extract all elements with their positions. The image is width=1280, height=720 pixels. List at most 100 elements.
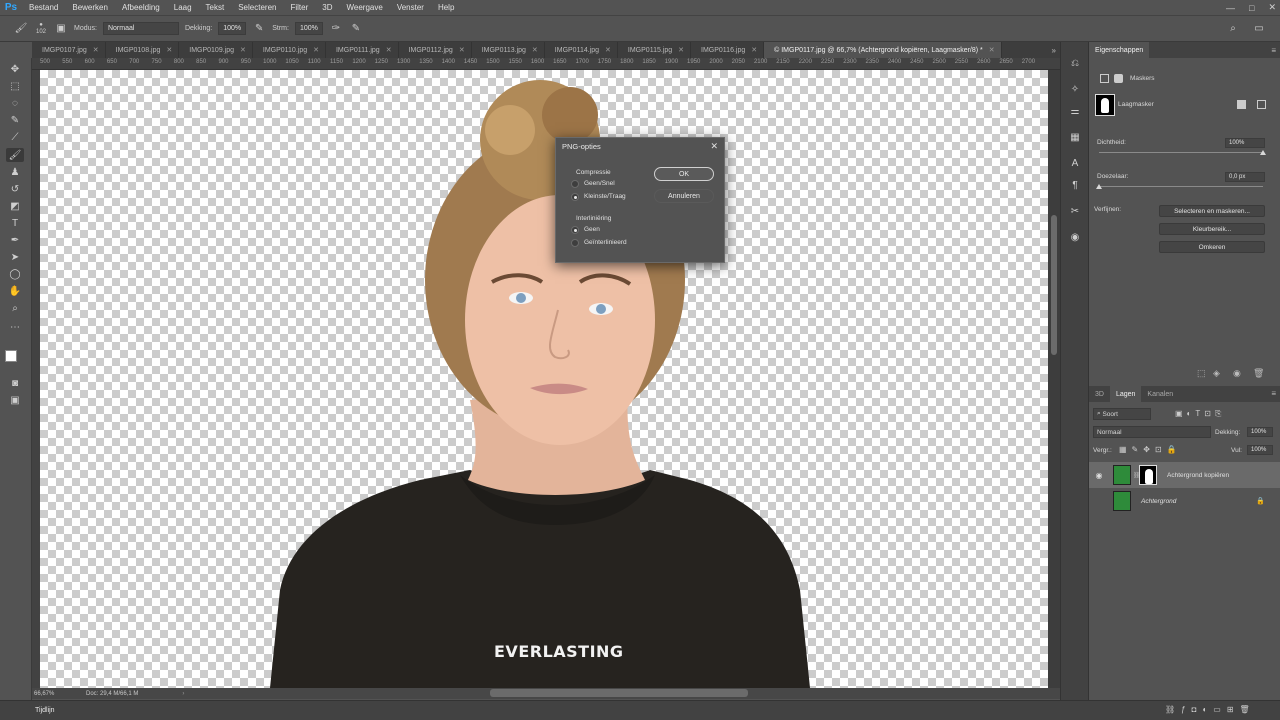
vector-mask-icon[interactable] [1114,74,1123,83]
layer-row[interactable]: ◉ ⛓ Achtergrond kopiëren [1089,462,1280,488]
close-icon[interactable]: ✕ [93,46,99,54]
compression-smallest-label[interactable]: Kleinste/Traag [584,193,626,200]
mode-select[interactable]: Normaal [102,22,179,35]
doc-size-info[interactable]: Doc: 29,4 M/66,1 M [86,691,138,697]
eraser-tool-icon[interactable]: ◩ [6,199,24,213]
layer-name[interactable]: Achtergrond [1141,498,1176,505]
invert-button[interactable]: Omkeren [1159,241,1265,253]
feather-field[interactable]: 0,0 px [1225,172,1265,182]
timeline-panel-bar[interactable]: Tijdlijn [0,700,1280,720]
tab-imgp0114[interactable]: IMGP0114.jpg ✕ [545,42,618,58]
menu-selecteren[interactable]: Selecteren [231,3,283,12]
swatches-icon[interactable]: ▦ [1068,130,1082,144]
pressure-opacity-icon[interactable]: ✎ [252,22,266,36]
delete-mask-icon[interactable]: 🗑 [1253,368,1264,379]
vertical-scrollbar[interactable] [1048,70,1060,688]
tab-imgp0107[interactable]: IMGP0107.jpg ✕ [32,42,106,58]
tab-channels[interactable]: Kanalen [1141,386,1179,402]
close-icon[interactable]: ✕ [605,46,611,54]
foreground-color-swatch[interactable] [5,350,17,362]
ok-button[interactable]: OK [654,167,714,181]
layer-kind-filter[interactable]: ⌕ Soort [1093,408,1151,420]
tab-imgp0108[interactable]: IMGP0108.jpg ✕ [106,42,180,58]
marquee-tool-icon[interactable]: ⬚ [6,79,24,93]
character-icon[interactable]: A [1068,156,1082,170]
stamp-tool-icon[interactable]: ♟ [6,165,24,179]
close-icon[interactable]: ✕ [240,46,246,54]
status-menu-icon[interactable]: › [182,691,184,697]
add-vector-mask-icon[interactable] [1257,100,1266,109]
interlaced-label[interactable]: Geïnterlinieerd [584,239,627,246]
menu-filter[interactable]: Filter [283,3,315,12]
compression-none-radio[interactable] [571,180,579,188]
menu-laag[interactable]: Laag [167,3,199,12]
close-icon[interactable]: ✕ [751,46,757,54]
quick-select-tool-icon[interactable]: ✎ [6,113,24,127]
load-selection-icon[interactable]: ⬚ [1197,368,1206,379]
type-tool-icon[interactable]: T [6,216,24,230]
fill-field[interactable]: 100% [1247,445,1273,455]
minimize-icon[interactable]: — [1226,3,1235,13]
hand-tool-icon[interactable]: ✋ [6,284,24,298]
menu-help[interactable]: Help [431,3,461,12]
interlace-none-label[interactable]: Geen [584,226,600,233]
panel-menu-icon[interactable]: ≡ [1271,46,1276,55]
tab-properties[interactable]: Eigenschappen [1089,42,1150,58]
eyedropper-tool-icon[interactable]: ⟋ [6,130,24,144]
density-slider[interactable] [1099,152,1263,153]
select-and-mask-button[interactable]: Selecteren en maskeren... [1159,205,1265,217]
brush-tool-icon[interactable]: 🖌 [14,22,28,36]
tab-imgp0112[interactable]: IMGP0112.jpg ✕ [399,42,472,58]
feather-slider[interactable] [1099,186,1263,187]
menu-weergave[interactable]: Weergave [339,3,389,12]
zoom-level[interactable]: 66,67% [34,691,82,697]
workspace-icon[interactable]: ▭ [1252,22,1266,36]
search-icon[interactable]: ⌕ [1226,22,1240,36]
brush-preset-icon[interactable]: ● 102 [34,22,48,36]
close-icon[interactable]: ✕ [386,46,392,54]
screen-mode-icon[interactable]: ▣ [6,393,24,407]
density-field[interactable]: 100% [1225,138,1265,148]
lock-icons[interactable]: ▦✎✥⊡🔒 [1119,445,1182,454]
history-brush-tool-icon[interactable]: ↺ [6,182,24,196]
feather-slider-knob[interactable] [1096,184,1102,189]
blend-mode-select[interactable]: Normaal [1093,426,1211,438]
tab-imgp0110[interactable]: IMGP0110.jpg ✕ [253,42,326,58]
brush-tool-icon[interactable]: 🖌 [6,148,24,162]
close-icon[interactable]: ✕ [1268,2,1276,13]
apply-mask-icon[interactable]: ◈ [1213,368,1220,379]
close-icon[interactable]: ✕ [166,46,172,54]
tab-imgp0113[interactable]: IMGP0113.jpg ✕ [472,42,545,58]
pen-tool-icon[interactable]: ✒ [6,233,24,247]
tools-preset-icon[interactable]: ✂ [1068,204,1082,218]
document-canvas[interactable]: EVERLASTING [40,70,1048,688]
layers-bottom-icons[interactable]: ⛓ƒ◘◐▭⊞🗑 [1165,705,1256,714]
eye-icon[interactable]: ◉ [1089,471,1109,480]
brush-settings-icon[interactable]: ✧ [1068,82,1082,96]
adjustments-icon[interactable]: ⚌ [1068,104,1082,118]
opacity-field[interactable]: 100% [218,22,247,35]
menu-afbeelding[interactable]: Afbeelding [115,3,167,12]
layer-mask-thumbnail[interactable] [1139,465,1157,485]
horizontal-scroll-thumb[interactable] [490,689,748,697]
close-icon[interactable]: ✕ [313,46,319,54]
airbrush-icon[interactable]: ✑ [329,22,343,36]
layer-row[interactable]: Achtergrond 🔒 [1089,488,1280,514]
brush-panel-icon[interactable]: ▣ [54,22,68,36]
close-icon[interactable]: ✕ [532,46,538,54]
tab-layers[interactable]: Lagen [1109,386,1142,402]
menu-3d[interactable]: 3D [315,3,339,12]
history-icon[interactable]: ⎌ [1068,56,1082,70]
compression-smallest-radio[interactable] [571,193,579,201]
tab-3d[interactable]: 3D [1089,386,1110,402]
cancel-button[interactable]: Annuleren [654,189,714,203]
paragraph-icon[interactable]: ¶ [1068,178,1082,192]
pressure-size-icon[interactable]: ✎ [349,22,363,36]
more-tools-icon[interactable]: ⋯ [6,320,24,334]
maximize-icon[interactable]: □ [1249,3,1254,13]
shape-tool-icon[interactable]: ◯ [6,267,24,281]
vertical-scroll-thumb[interactable] [1051,215,1057,355]
compression-none-label[interactable]: Geen/Snel [584,180,615,187]
density-slider-knob[interactable] [1260,150,1266,155]
close-icon[interactable]: ✕ [710,141,718,152]
